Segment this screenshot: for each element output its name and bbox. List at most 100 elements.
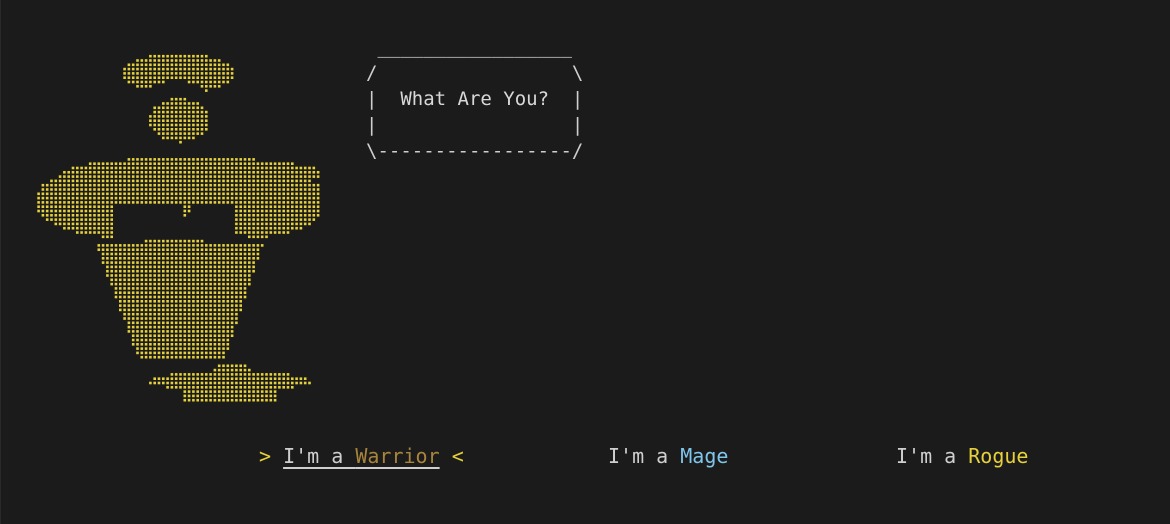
art-dot (196, 343, 199, 346)
art-dot (101, 179, 105, 183)
art-dot (88, 188, 92, 191)
art-dot (166, 192, 169, 196)
art-dot (192, 72, 195, 75)
art-dot (235, 162, 238, 165)
art-dot (260, 226, 264, 230)
art-dot (106, 196, 109, 200)
art-dot (192, 334, 195, 337)
art-dot (170, 166, 174, 170)
art-dot (144, 175, 148, 178)
art-dot (205, 162, 208, 165)
art-dot (106, 244, 109, 247)
art-dot (303, 209, 307, 213)
art-dot (183, 386, 187, 389)
art-dot (196, 102, 199, 105)
art-dot (123, 308, 126, 312)
art-dot (200, 183, 204, 187)
art-dot (157, 300, 161, 303)
art-dot (41, 188, 45, 191)
art-dot (114, 244, 118, 247)
art-dot (239, 209, 242, 213)
art-dot (213, 300, 217, 303)
art-dot (222, 364, 225, 368)
art-dot (217, 334, 221, 337)
art-dot (252, 175, 255, 178)
art-dot (157, 201, 161, 204)
art-dot (179, 188, 182, 191)
art-dot (174, 119, 178, 122)
art-dot (239, 282, 242, 286)
art-dot (54, 192, 58, 196)
art-dot (217, 179, 221, 183)
art-dot (110, 274, 113, 277)
art-dot (217, 59, 221, 62)
art-dot (286, 386, 290, 389)
art-dot (179, 63, 182, 67)
art-dot (312, 218, 316, 221)
art-dot (239, 162, 242, 165)
art-dot (88, 162, 92, 165)
art-dot (295, 175, 298, 178)
art-dot (248, 196, 251, 200)
art-dot (170, 317, 174, 320)
art-dot (179, 158, 182, 161)
art-dot (170, 330, 174, 333)
art-dot (252, 269, 255, 273)
art-dot (140, 72, 144, 75)
art-dot (162, 183, 165, 187)
art-dot (286, 201, 290, 204)
art-dot (256, 252, 260, 256)
art-dot (166, 110, 169, 114)
art-dot (235, 265, 238, 269)
art-dot (278, 166, 281, 170)
art-dot (286, 226, 290, 230)
art-dot (252, 158, 255, 161)
art-dot (226, 312, 230, 316)
art-dot (205, 63, 208, 67)
speech-box-title-prefix: | (366, 88, 401, 110)
art-dot (256, 166, 260, 170)
art-dot (243, 171, 247, 174)
art-dot (131, 295, 135, 299)
art-dot (140, 261, 144, 264)
art-dot (37, 201, 40, 204)
art-dot (269, 386, 273, 389)
art-dot (166, 325, 169, 329)
art-dot (123, 269, 126, 273)
art-dot (286, 218, 290, 221)
art-dot (200, 188, 204, 191)
art-dot (110, 175, 113, 178)
art-dot (174, 248, 178, 251)
art-dot (166, 132, 169, 135)
art-dot (213, 321, 217, 325)
art-dot (67, 226, 70, 230)
art-dot (200, 312, 204, 316)
art-dot (273, 183, 277, 187)
art-dot (217, 373, 221, 376)
choice-mage[interactable]: I'm a Mage (608, 443, 728, 469)
art-dot (209, 63, 212, 67)
art-dot (127, 330, 131, 333)
art-dot (192, 166, 195, 170)
art-dot (123, 278, 126, 282)
art-dot (200, 347, 204, 350)
art-dot (196, 398, 199, 402)
art-dot (174, 162, 178, 165)
art-dot (226, 343, 230, 346)
art-dot (97, 244, 101, 247)
art-dot (54, 214, 58, 217)
art-dot (230, 291, 234, 294)
art-dot (183, 398, 187, 402)
choice-warrior[interactable]: > I'm a Warrior < (259, 443, 464, 469)
art-dot (153, 338, 156, 342)
art-dot (312, 188, 316, 191)
art-dot (260, 201, 264, 204)
art-dot (252, 394, 255, 398)
art-dot (200, 308, 204, 312)
art-dot (269, 226, 273, 230)
art-dot (217, 347, 221, 350)
art-dot (278, 205, 281, 208)
art-dot (183, 205, 187, 208)
choice-rogue[interactable]: I'm a Rogue (896, 443, 1028, 469)
art-dot (187, 244, 191, 247)
